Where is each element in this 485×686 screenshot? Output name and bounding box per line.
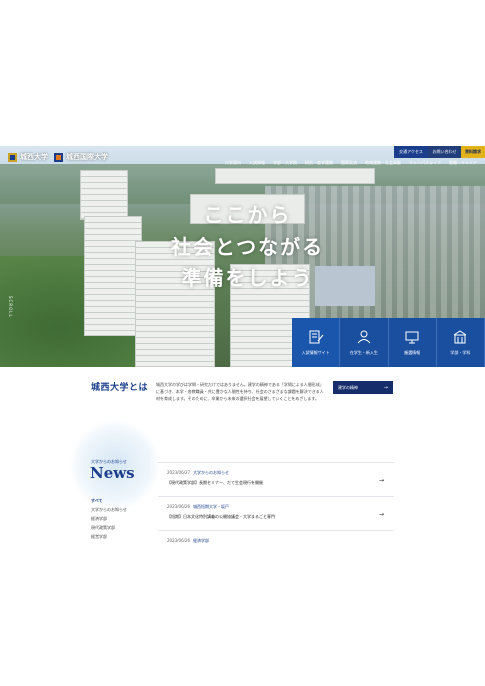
quick-link-label: 在学生・新入生 (349, 350, 378, 355)
building-icon (454, 330, 467, 344)
news-date: 2023/06/26 (167, 538, 191, 543)
quick-link-faculties[interactable]: 学部・学科 (436, 318, 485, 367)
contact-link[interactable]: お問い合わせ (428, 146, 461, 158)
news-category-list: すべて 大学からのお知らせ 経済学部 現代政策学部 経営学部 (91, 496, 127, 541)
news-category-tag: 大学からのお知らせ (193, 470, 229, 475)
news-date: 2023/06/26 (167, 504, 191, 509)
catch-line: ここから (203, 203, 292, 227)
news-item[interactable]: 2023/06/26 経済学部 (158, 531, 394, 551)
top-bar: 城西大学 城西国際大学 交通アクセス お問い合わせ 資料請求 大学案内 入試情報… (0, 146, 485, 174)
news-date: 2023/06/27 (167, 470, 191, 475)
news-headline: 【短期】日本文化特別講義の公開協議会・大学まるごと専門 (167, 514, 275, 519)
news-title: News (90, 464, 135, 482)
jiu-emblem-icon (54, 152, 63, 162)
quick-link-info[interactable]: 厳選情報 (388, 318, 437, 367)
news-category[interactable]: 大学からのお知らせ (91, 505, 127, 514)
campus-building (80, 170, 128, 220)
about-text: 城西大学の学びは学問・研究だけではありません。建学の精神である「学問による人間形… (156, 382, 324, 401)
scroll-indicator: SCROLL (8, 296, 13, 318)
campus-building (84, 216, 142, 336)
request-docs-button[interactable]: 資料請求 (461, 146, 485, 158)
catch-line: 準備をしよう (181, 266, 314, 291)
document-pen-icon (309, 330, 324, 344)
nav-item[interactable]: キャンパスライフ (409, 160, 441, 166)
nav-item[interactable]: 大学案内 (225, 160, 241, 166)
nav-item[interactable]: 入試情報 (249, 160, 265, 166)
arrow-right-icon: → (378, 511, 384, 518)
news-category[interactable]: 経営学部 (91, 532, 127, 541)
nav-item[interactable]: 就職・キャリア (449, 160, 477, 166)
news-meta: 2023/06/26 城西短期大学・坂戸 (167, 504, 394, 510)
news-category-tag: 経済学部 (193, 538, 210, 543)
about-title: 城西大学とは (91, 383, 149, 393)
news-item[interactable]: 2023/06/26 城西短期大学・坂戸 【短期】日本文化特別講義の公開協議会・大… (158, 497, 394, 531)
founding-spirit-button[interactable]: 建学の精神 → (333, 381, 393, 394)
quick-link-label: 入試情報サイト (301, 350, 330, 355)
monitor-icon (405, 331, 419, 344)
logo-josai[interactable]: 城西大学 (8, 152, 48, 162)
access-link[interactable]: 交通アクセス (394, 146, 428, 158)
news-meta: 2023/06/27 大学からのお知らせ (167, 470, 394, 476)
news-category[interactable]: 現代政策学部 (91, 523, 127, 532)
quick-link-admissions[interactable]: 入試情報サイト (292, 318, 341, 367)
news-item[interactable]: 2023/06/27 大学からのお知らせ 【現代政策学部】長期セミナー、だて生会現… (158, 463, 394, 497)
news-list: 2023/06/27 大学からのお知らせ 【現代政策学部】長期セミナー、だて生会現… (158, 462, 394, 551)
founding-spirit-label: 建学の精神 (338, 384, 358, 390)
quick-link-label: 学部・学科 (450, 350, 471, 355)
arrow-right-icon: → (378, 477, 384, 484)
nav-item[interactable]: 地域連携・社会貢献 (365, 160, 401, 166)
news-category[interactable]: 経済学部 (91, 514, 127, 523)
news-headline: 【現代政策学部】長期セミナー、だて生会現行を開催 (167, 480, 263, 485)
quick-link-students[interactable]: 在学生・新入生 (340, 318, 389, 367)
logo-jiu-text: 城西国際大学 (66, 153, 108, 161)
logo-jiu[interactable]: 城西国際大学 (54, 152, 108, 162)
quick-links: 入試情報サイト 在学生・新入生 厳選情報 学部・学科 (292, 318, 485, 367)
hero-section: 城西大学 城西国際大学 交通アクセス お問い合わせ 資料請求 大学案内 入試情報… (0, 146, 485, 367)
arrow-right-icon: → (383, 384, 388, 391)
logo-josai-text: 城西大学 (20, 153, 48, 161)
josai-emblem-icon (8, 152, 17, 162)
nav-item[interactable]: 研究・産学連携 (305, 160, 333, 166)
news-category-tag: 城西短期大学・坂戸 (193, 504, 230, 509)
nav-item[interactable]: 学部・大学院 (273, 160, 297, 166)
nav-item[interactable]: 国際交流 (341, 160, 357, 166)
global-nav: 大学案内 入試情報 学部・大学院 研究・産学連携 国際交流 地域連携・社会貢献 … (225, 160, 477, 166)
student-icon (357, 330, 371, 344)
news-category-all[interactable]: すべて (91, 496, 127, 505)
quick-link-label: 厳選情報 (404, 350, 421, 355)
news-meta: 2023/06/26 経済学部 (167, 538, 394, 544)
hero-catchcopy: ここから 社会とつながる 準備をしよう (170, 200, 325, 295)
catch-line: 社会とつながる (170, 234, 325, 259)
